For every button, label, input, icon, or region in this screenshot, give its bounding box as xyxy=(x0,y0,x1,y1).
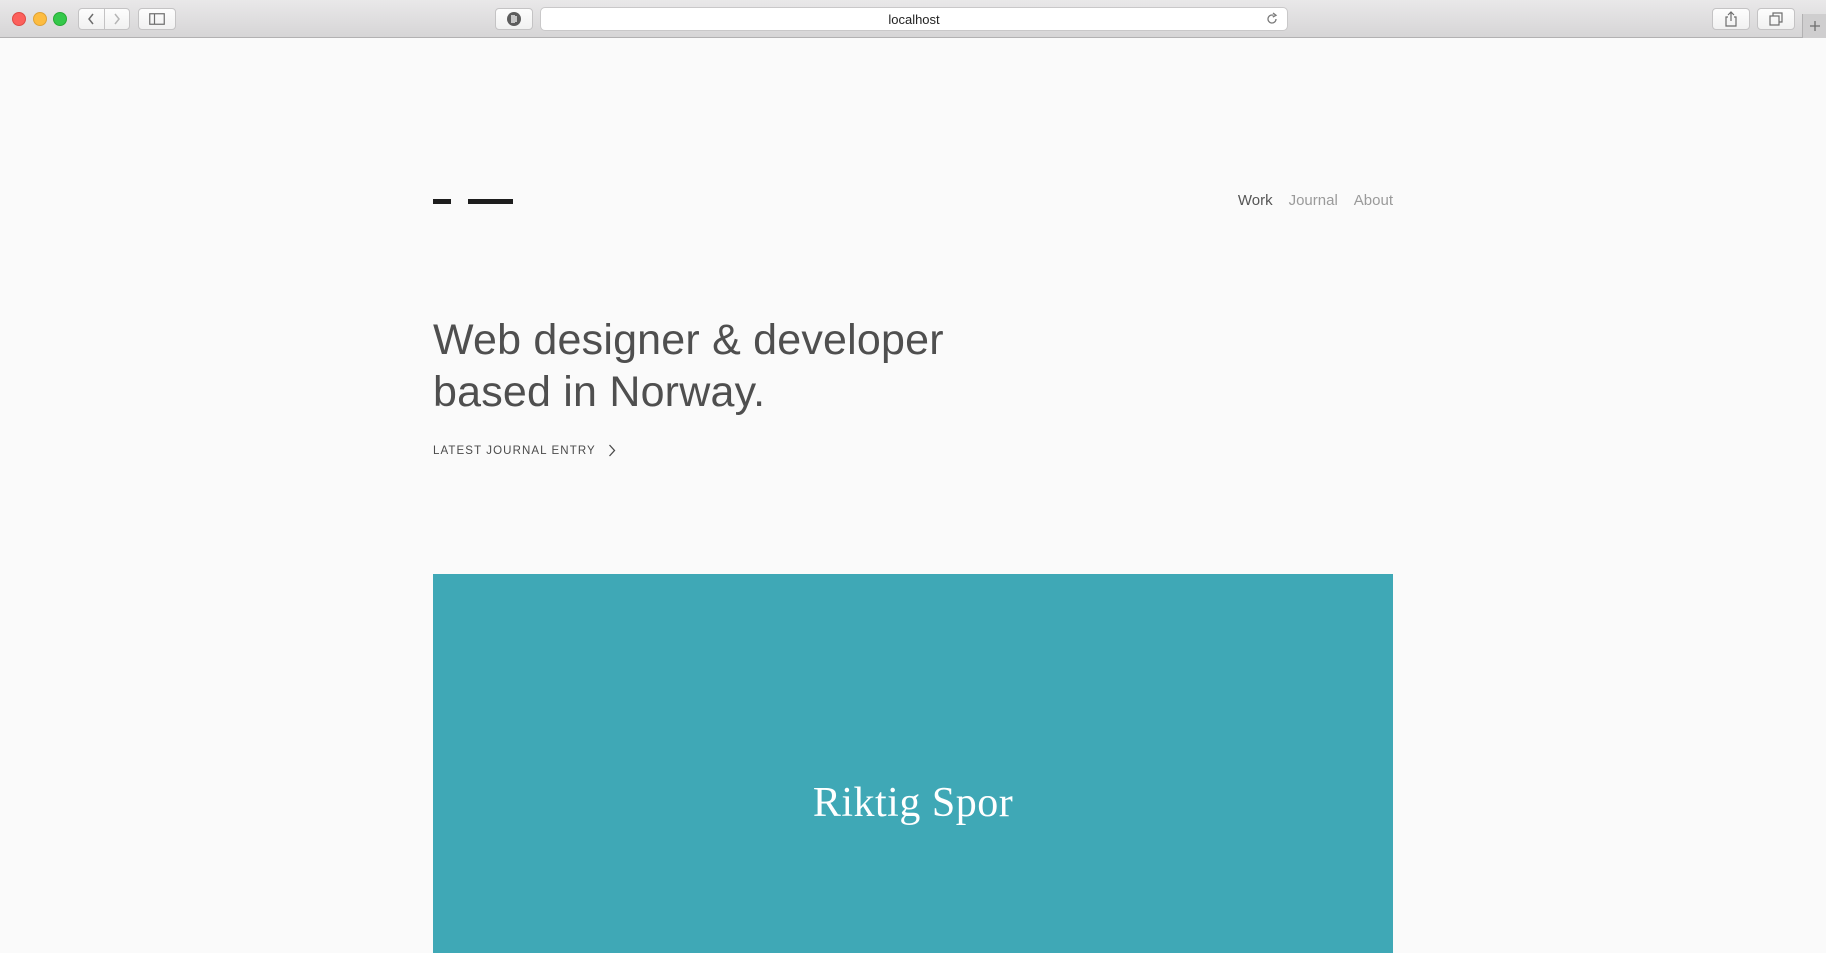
address-text: localhost xyxy=(888,11,940,27)
sidebar-icon xyxy=(149,13,165,25)
sidebar-toggle-button[interactable] xyxy=(138,8,176,30)
nav-link-work[interactable]: Work xyxy=(1238,192,1273,209)
reload-icon[interactable] xyxy=(1265,12,1279,26)
latest-journal-entry-link[interactable]: LATEST JOURNAL ENTRY xyxy=(433,444,616,457)
chevron-left-icon xyxy=(88,13,94,25)
new-tab-button[interactable] xyxy=(1802,14,1826,38)
share-button[interactable] xyxy=(1712,8,1750,30)
nav-link-journal[interactable]: Journal xyxy=(1289,192,1338,209)
chevron-right-icon xyxy=(608,444,616,457)
main-nav: Work Journal About xyxy=(1238,192,1393,209)
share-icon xyxy=(1725,11,1737,27)
nav-link-about[interactable]: About xyxy=(1354,192,1393,209)
window-close-button[interactable] xyxy=(12,12,26,26)
privacy-shield-icon xyxy=(507,12,521,26)
featured-project-logo-text: Riktig Spor xyxy=(812,780,1014,826)
logo-mark-short xyxy=(433,199,451,204)
back-button[interactable] xyxy=(79,9,104,29)
address-bar[interactable]: localhost xyxy=(540,7,1288,31)
plus-icon xyxy=(1809,21,1820,31)
logo-mark-long xyxy=(468,199,513,204)
hero-line-1: Web designer & developer xyxy=(433,316,944,364)
hero-line-2: based in Norway. xyxy=(433,368,766,416)
web-page: Work Journal About Web designer & develo… xyxy=(0,38,1826,953)
history-nav-group xyxy=(78,8,130,30)
tabs-icon xyxy=(1769,12,1783,26)
window-zoom-button[interactable] xyxy=(53,12,67,26)
latest-journal-entry-label: LATEST JOURNAL ENTRY xyxy=(433,444,596,457)
featured-project-card[interactable]: Riktig Spor xyxy=(433,574,1393,953)
window-minimize-button[interactable] xyxy=(33,12,47,26)
hero-heading: Web designer & developer based in Norway… xyxy=(433,314,1053,418)
site-logo[interactable] xyxy=(433,199,513,207)
forward-button[interactable] xyxy=(103,9,130,29)
chevron-right-icon xyxy=(114,13,120,25)
show-tabs-button[interactable] xyxy=(1757,8,1795,30)
browser-toolbar: localhost xyxy=(0,0,1826,38)
privacy-button[interactable] xyxy=(495,8,533,30)
